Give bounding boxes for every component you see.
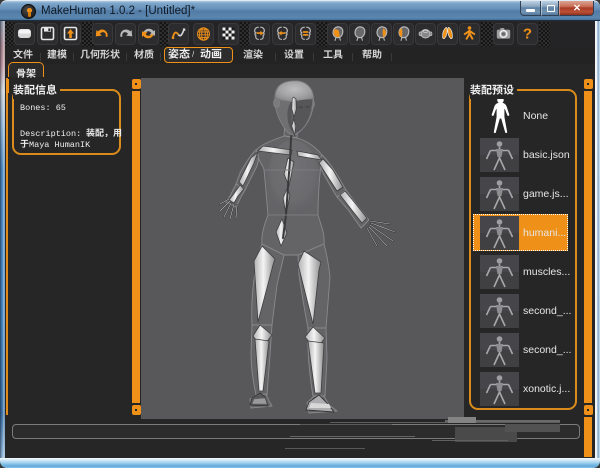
svg-text:?: ? bbox=[523, 26, 532, 43]
